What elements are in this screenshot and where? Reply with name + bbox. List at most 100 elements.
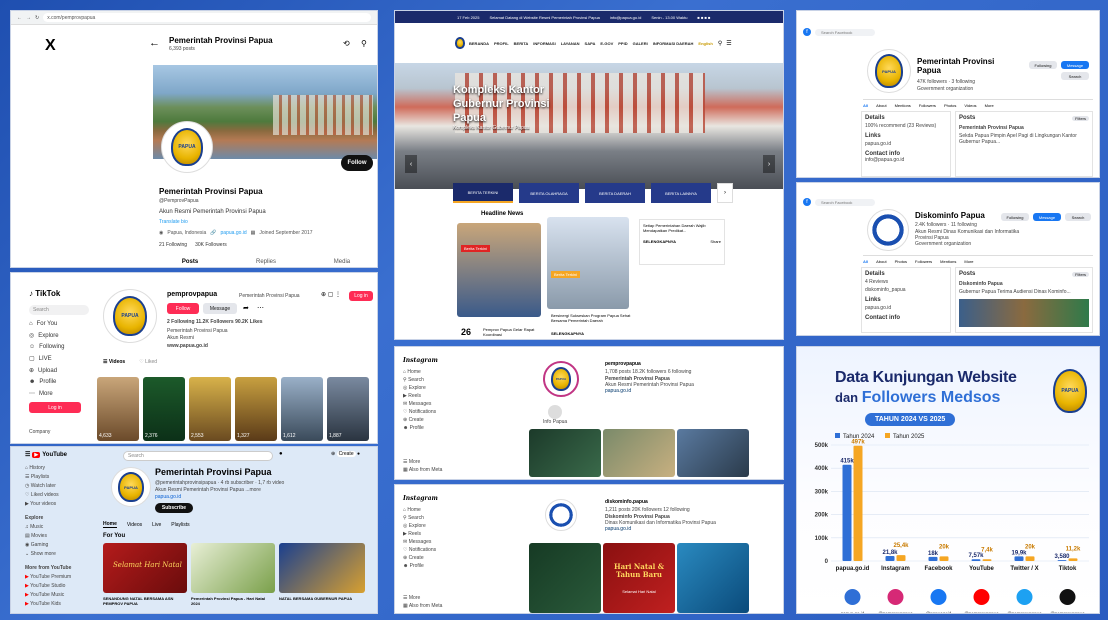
tab-all[interactable]: All bbox=[863, 103, 868, 108]
website-link[interactable]: papua.go.id bbox=[221, 230, 247, 236]
ig-post-3[interactable] bbox=[677, 543, 749, 613]
nav-informasi[interactable]: INFORMASI bbox=[533, 41, 555, 46]
ig-highlight[interactable]: Info Papua bbox=[543, 405, 567, 425]
youtube-search-input[interactable]: Search bbox=[123, 451, 273, 461]
login-button[interactable]: Log in bbox=[29, 402, 81, 413]
details-instagram[interactable]: diskominfo_papua bbox=[865, 287, 947, 293]
tab-liked[interactable]: ♡ Liked bbox=[139, 359, 157, 365]
language-select[interactable]: English bbox=[698, 41, 712, 46]
ig-post-3[interactable] bbox=[677, 429, 749, 477]
fb-search-button[interactable]: Search bbox=[1061, 72, 1089, 80]
more-options-icon[interactable]: ⋯ bbox=[257, 304, 264, 312]
ig-nav-item[interactable]: ✉ Messages bbox=[403, 401, 463, 407]
nav-beranda[interactable]: BERANDA bbox=[469, 41, 489, 46]
fb-avatar[interactable]: PAPUA bbox=[867, 49, 911, 93]
ig-post-1[interactable] bbox=[529, 429, 601, 477]
tab-berita-lainnya[interactable]: BERITA LAINNYA bbox=[651, 183, 711, 203]
ig-also-from-meta[interactable]: ▦ Also from Meta bbox=[403, 603, 442, 609]
search-input[interactable]: Search bbox=[29, 305, 89, 315]
side-news-share[interactable]: Share bbox=[710, 239, 721, 244]
fb-contact[interactable]: info@papua.go.id bbox=[865, 157, 947, 163]
tab-videos[interactable]: Videos bbox=[964, 103, 976, 108]
tab-mentions[interactable]: Mentions bbox=[940, 259, 956, 264]
tab-berita-olahraga[interactable]: BERITA OLAHRAGA bbox=[519, 183, 579, 203]
nav-live[interactable]: ▢ LIVE bbox=[29, 355, 99, 363]
ig-nav-item[interactable]: ⊕ Create bbox=[403, 555, 463, 561]
slider-prev-icon[interactable]: ‹ bbox=[405, 155, 417, 173]
x-logo[interactable]: X bbox=[45, 37, 56, 55]
top-login-button[interactable]: Log in bbox=[349, 291, 373, 301]
reload-icon[interactable]: ↻ bbox=[35, 15, 39, 21]
fb-search-button[interactable]: Search bbox=[1065, 213, 1091, 221]
ig-nav-item[interactable]: ⌂ Home bbox=[403, 507, 463, 513]
news-title-1[interactable]: Pemprov Papua Gelar Rapat Koordinasi bbox=[483, 327, 543, 337]
tab-home[interactable]: Home bbox=[103, 521, 117, 528]
sidebar-item[interactable]: ▶ YouTube Music bbox=[25, 592, 97, 598]
tiktok-video-2[interactable]: 2,376 bbox=[143, 377, 185, 441]
fb-search-input[interactable]: Search Facebook bbox=[815, 28, 875, 36]
sidebar-item[interactable]: ▶ YouTube Studio bbox=[25, 583, 97, 589]
sidebar-item[interactable]: ▶ Your videos bbox=[25, 501, 97, 507]
tab-followers[interactable]: Followers bbox=[915, 259, 932, 264]
tiktok-avatar[interactable]: PAPUA bbox=[103, 289, 157, 343]
ig-more[interactable]: ☰ More bbox=[403, 459, 420, 465]
sidebar-item[interactable]: ▶ YouTube Premium bbox=[25, 574, 97, 580]
sidebar-item[interactable]: ◉ Gaming bbox=[25, 542, 97, 548]
site-logo[interactable] bbox=[455, 37, 465, 49]
nav-profil[interactable]: PROFIL bbox=[494, 41, 509, 46]
video-title-1[interactable]: SENANDUNG NATAL BERSAMA ASN PEMPROV PAPU… bbox=[103, 596, 187, 606]
headline-image-1[interactable]: Berita Terkini bbox=[457, 223, 541, 317]
ig-nav-item[interactable]: ⚲ Search bbox=[403, 377, 463, 383]
sidebar-item[interactable]: ⌄ Show more bbox=[25, 551, 97, 557]
ig-nav-item[interactable]: ◎ Explore bbox=[403, 385, 463, 391]
tab-about[interactable]: About bbox=[876, 103, 886, 108]
post-author[interactable]: Pemerintah Provinsi Papua bbox=[959, 125, 1089, 131]
tiktok-logo[interactable]: ♪ TikTok bbox=[29, 289, 60, 298]
video-title-2[interactable]: Pemerintah Provinsi Papua - Hari Natal 2… bbox=[191, 596, 275, 606]
filters-button[interactable]: Filters bbox=[1072, 115, 1089, 121]
fb-search-input[interactable]: Search Facebook bbox=[815, 198, 875, 206]
ig-nav-item[interactable]: ▶ Reels bbox=[403, 531, 463, 537]
ig-link[interactable]: papua.go.id bbox=[605, 388, 631, 394]
ig-nav-item[interactable]: ♡ Notifications bbox=[403, 547, 463, 553]
menu-icon[interactable]: ☰ bbox=[25, 451, 30, 458]
tab-more[interactable]: More bbox=[964, 259, 973, 264]
tab-followers[interactable]: Followers bbox=[919, 103, 936, 108]
tiktok-video-6[interactable]: 1,887 bbox=[327, 377, 369, 441]
ig-logo[interactable]: Instagram bbox=[403, 495, 438, 502]
youtube-avatar[interactable]: PAPUA bbox=[111, 467, 151, 507]
news-title-2[interactable]: Bersinergi Sukseskan Program Papua Sehat… bbox=[551, 313, 631, 323]
ig-nav-item[interactable]: ⌂ Home bbox=[403, 369, 463, 375]
youtube-video-2[interactable] bbox=[191, 543, 275, 593]
sidebar-item[interactable]: ▶ YouTube Kids bbox=[25, 601, 97, 607]
tiktok-message-button[interactable]: Message bbox=[203, 303, 237, 314]
fb-link[interactable]: papua.go.id bbox=[865, 305, 947, 311]
ig-logo[interactable]: Instagram bbox=[403, 357, 438, 364]
ig-nav-item[interactable]: ♡ Notifications bbox=[403, 409, 463, 415]
sidebar-item[interactable]: ◷ Watch later bbox=[25, 483, 97, 489]
headline-image-2[interactable]: Berita Terkini bbox=[547, 217, 629, 309]
video-title-3[interactable]: NATAL BERSAMA GUBERNUR PAPUA bbox=[279, 596, 365, 601]
follow-button[interactable]: Follow bbox=[341, 155, 373, 171]
share-icon[interactable]: ➦ bbox=[243, 304, 249, 312]
tab-about[interactable]: About bbox=[876, 259, 886, 264]
nav-following[interactable]: ☺ Following bbox=[29, 344, 99, 350]
tiktok-video-4[interactable]: 1,327 bbox=[235, 377, 277, 441]
address-bar[interactable]: x.com/pemprovpapua bbox=[43, 13, 371, 22]
fb-avatar[interactable] bbox=[867, 209, 909, 251]
facebook-logo-icon[interactable]: f bbox=[803, 28, 811, 36]
sidebar-item[interactable]: ♡ Liked videos bbox=[25, 492, 97, 498]
news-more-2[interactable]: SELENGKAPNYA bbox=[551, 331, 584, 336]
ig-also-from-meta[interactable]: ▦ Also from Meta bbox=[403, 467, 442, 473]
sidebar-item[interactable]: ♫ Music bbox=[25, 524, 97, 530]
nav-profile[interactable]: ☻ Profile bbox=[29, 379, 99, 385]
tab-videos[interactable]: Videos bbox=[127, 522, 142, 528]
tab-videos[interactable]: ☰ Videos bbox=[103, 359, 125, 365]
tab-replies[interactable]: Replies bbox=[256, 259, 276, 265]
side-news-more[interactable]: SELENGKAPNYA bbox=[643, 239, 676, 244]
ig-post-1[interactable] bbox=[529, 543, 601, 613]
nav-more[interactable]: ⋯ More bbox=[29, 390, 99, 398]
company-link[interactable]: Company bbox=[29, 429, 99, 435]
ig-link[interactable]: papua.go.id bbox=[605, 526, 631, 532]
followers-count[interactable]: 30K Followers bbox=[195, 242, 227, 248]
